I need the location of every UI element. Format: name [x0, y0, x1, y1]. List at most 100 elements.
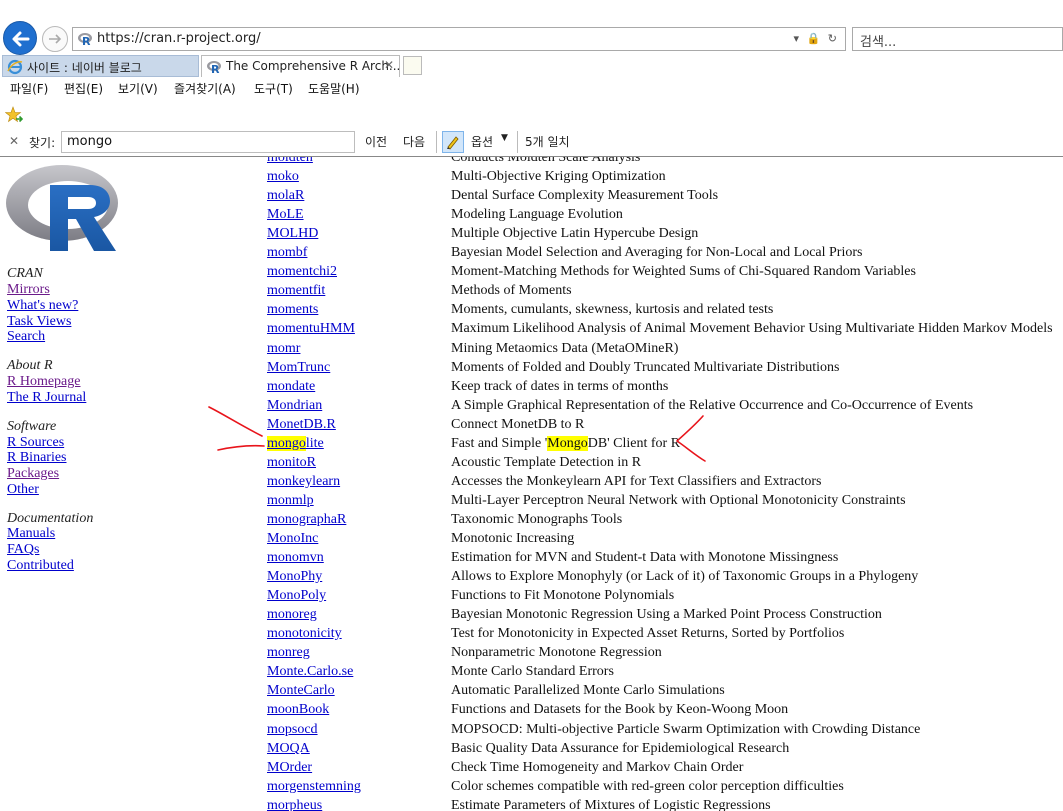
package-link[interactable]: MonoPhy	[267, 569, 322, 585]
find-match-highlight: Mongo	[547, 436, 588, 451]
separator	[517, 131, 518, 153]
menu-view[interactable]: 보기(V)	[118, 80, 158, 97]
package-link[interactable]: moko	[267, 169, 299, 185]
package-link[interactable]: monreg	[267, 645, 310, 661]
link-r-homepage[interactable]: R Homepage	[7, 374, 80, 390]
find-options-button[interactable]: 옵션	[471, 133, 493, 150]
search-box[interactable]: 검색...	[852, 27, 1063, 51]
package-link[interactable]: MonoPoly	[267, 588, 326, 604]
link-whats-new[interactable]: What's new?	[7, 298, 78, 314]
page-content: CRAN Mirrors What's new? Task Views Sear…	[0, 157, 1063, 811]
package-link[interactable]: MOLHD	[267, 226, 318, 242]
package-link[interactable]: monographaR	[267, 512, 346, 528]
package-description: Multiple Objective Latin Hypercube Desig…	[451, 226, 699, 241]
close-icon[interactable]: ✕	[384, 58, 394, 72]
package-description: Check Time Homogeneity and Markov Chain …	[451, 760, 744, 775]
package-description: Modeling Language Evolution	[451, 207, 623, 222]
menu-favorites[interactable]: 즐겨찾기(A)	[174, 80, 236, 97]
package-link[interactable]: moldten	[267, 157, 313, 166]
close-icon[interactable]: ✕	[9, 134, 19, 148]
tab-cran[interactable]: R The Comprehensive R Arch... ✕	[201, 55, 400, 77]
find-input[interactable]: mongo	[61, 131, 355, 153]
package-link[interactable]: MoLE	[267, 207, 304, 223]
link-mirrors[interactable]: Mirrors	[7, 282, 50, 298]
address-tools[interactable]: ▾ 🔒 ↻	[794, 32, 839, 45]
forward-arrow-icon	[49, 34, 62, 44]
link-manuals[interactable]: Manuals	[7, 526, 55, 542]
package-link[interactable]: MOQA	[267, 741, 310, 757]
link-contributed[interactable]: Contributed	[7, 558, 74, 574]
package-link[interactable]: momentchi2	[267, 264, 337, 280]
r-logo[interactable]	[6, 163, 120, 253]
package-description: Moment-Matching Methods for Weighted Sum…	[451, 264, 916, 279]
address-bar[interactable]: R https://cran.r-project.org/ ▾ 🔒 ↻	[72, 27, 846, 51]
package-link[interactable]: moonBook	[267, 702, 329, 718]
package-link[interactable]: morgenstemning	[267, 779, 361, 795]
highlight-matches-button[interactable]	[442, 131, 464, 153]
package-link[interactable]: mopsocd	[267, 722, 318, 738]
menu-file[interactable]: 파일(F)	[10, 80, 48, 97]
link-search[interactable]: Search	[7, 329, 45, 345]
package-link[interactable]: momentuHMM	[267, 321, 355, 337]
package-link[interactable]: MonetDB.R	[267, 417, 336, 433]
package-link[interactable]: monmlp	[267, 493, 314, 509]
package-description: MOPSOCD: Multi-objective Particle Swarm …	[451, 722, 921, 737]
package-description: Maximum Likelihood Analysis of Animal Mo…	[451, 321, 1053, 336]
link-r-sources[interactable]: R Sources	[7, 435, 64, 451]
tab-naver-blog[interactable]: 사이트 : 네이버 블로그	[2, 55, 199, 77]
package-link[interactable]: Monte.Carlo.se	[267, 664, 353, 680]
find-previous-button[interactable]: 이전	[365, 133, 387, 150]
package-link[interactable]: MonoInc	[267, 531, 318, 547]
package-description: Monte Carlo Standard Errors	[451, 664, 614, 679]
package-description: A Simple Graphical Representation of the…	[451, 398, 974, 413]
package-link[interactable]: monomvn	[267, 550, 324, 566]
refresh-icon[interactable]: ↻	[828, 32, 839, 45]
link-task-views[interactable]: Task Views	[7, 314, 71, 330]
package-link[interactable]: MonteCarlo	[267, 683, 335, 699]
package-description: Monotonic Increasing	[451, 531, 575, 546]
package-description: Acoustic Template Detection in R	[451, 455, 642, 470]
package-description: Test for Monotonicity in Expected Asset …	[451, 626, 845, 641]
package-description: Moments of Folded and Doubly Truncated M…	[451, 360, 840, 375]
favorites-star-icon[interactable]	[5, 106, 23, 124]
package-link[interactable]: molaR	[267, 188, 304, 204]
package-link[interactable]: monitoR	[267, 455, 316, 471]
new-tab-button[interactable]	[403, 56, 422, 75]
tab-bar: 사이트 : 네이버 블로그 R The Comprehensive R Arch…	[0, 55, 1063, 77]
link-faqs[interactable]: FAQs	[7, 542, 39, 558]
heading-cran: CRAN	[7, 266, 43, 281]
package-link[interactable]: momentfit	[267, 283, 325, 299]
link-r-binaries[interactable]: R Binaries	[7, 450, 67, 466]
dropdown-icon[interactable]: ▾	[794, 32, 802, 45]
link-packages[interactable]: Packages	[7, 466, 59, 482]
package-link[interactable]: morpheus	[267, 798, 322, 811]
chevron-down-icon[interactable]: ▼	[501, 133, 508, 143]
svg-text:R: R	[211, 63, 220, 75]
package-link[interactable]: MOrder	[267, 760, 312, 776]
forward-button[interactable]	[42, 26, 68, 52]
package-link[interactable]: mongolite	[267, 436, 324, 452]
find-label: 찾기:	[29, 136, 56, 150]
package-description: Multi-Layer Perceptron Neural Network wi…	[451, 493, 906, 508]
package-link[interactable]: momr	[267, 341, 300, 357]
r-favicon: R	[207, 61, 221, 75]
find-next-button[interactable]: 다음	[403, 133, 425, 150]
package-description: Estimation for MVN and Student-t Data wi…	[451, 550, 839, 565]
package-link[interactable]: monotonicity	[267, 626, 342, 642]
link-r-journal[interactable]: The R Journal	[7, 390, 86, 406]
menu-help[interactable]: 도움말(H)	[308, 80, 360, 97]
package-description: Conducts Moldten Scale Analysis	[451, 157, 641, 165]
menu-edit[interactable]: 편집(E)	[64, 80, 103, 97]
package-link[interactable]: monoreg	[267, 607, 317, 623]
package-link[interactable]: MomTrunc	[267, 360, 330, 376]
menu-tools[interactable]: 도구(T)	[254, 80, 293, 97]
package-link[interactable]: monkeylearn	[267, 474, 340, 490]
package-link[interactable]: mombf	[267, 245, 307, 261]
link-other[interactable]: Other	[7, 482, 39, 498]
package-link[interactable]: Mondrian	[267, 398, 322, 414]
lock-icon[interactable]: 🔒	[807, 32, 823, 45]
package-link[interactable]: moments	[267, 302, 318, 318]
package-link[interactable]: mondate	[267, 379, 315, 395]
back-button[interactable]	[3, 21, 37, 55]
package-description: Moments, cumulants, skewness, kurtosis a…	[451, 302, 774, 317]
